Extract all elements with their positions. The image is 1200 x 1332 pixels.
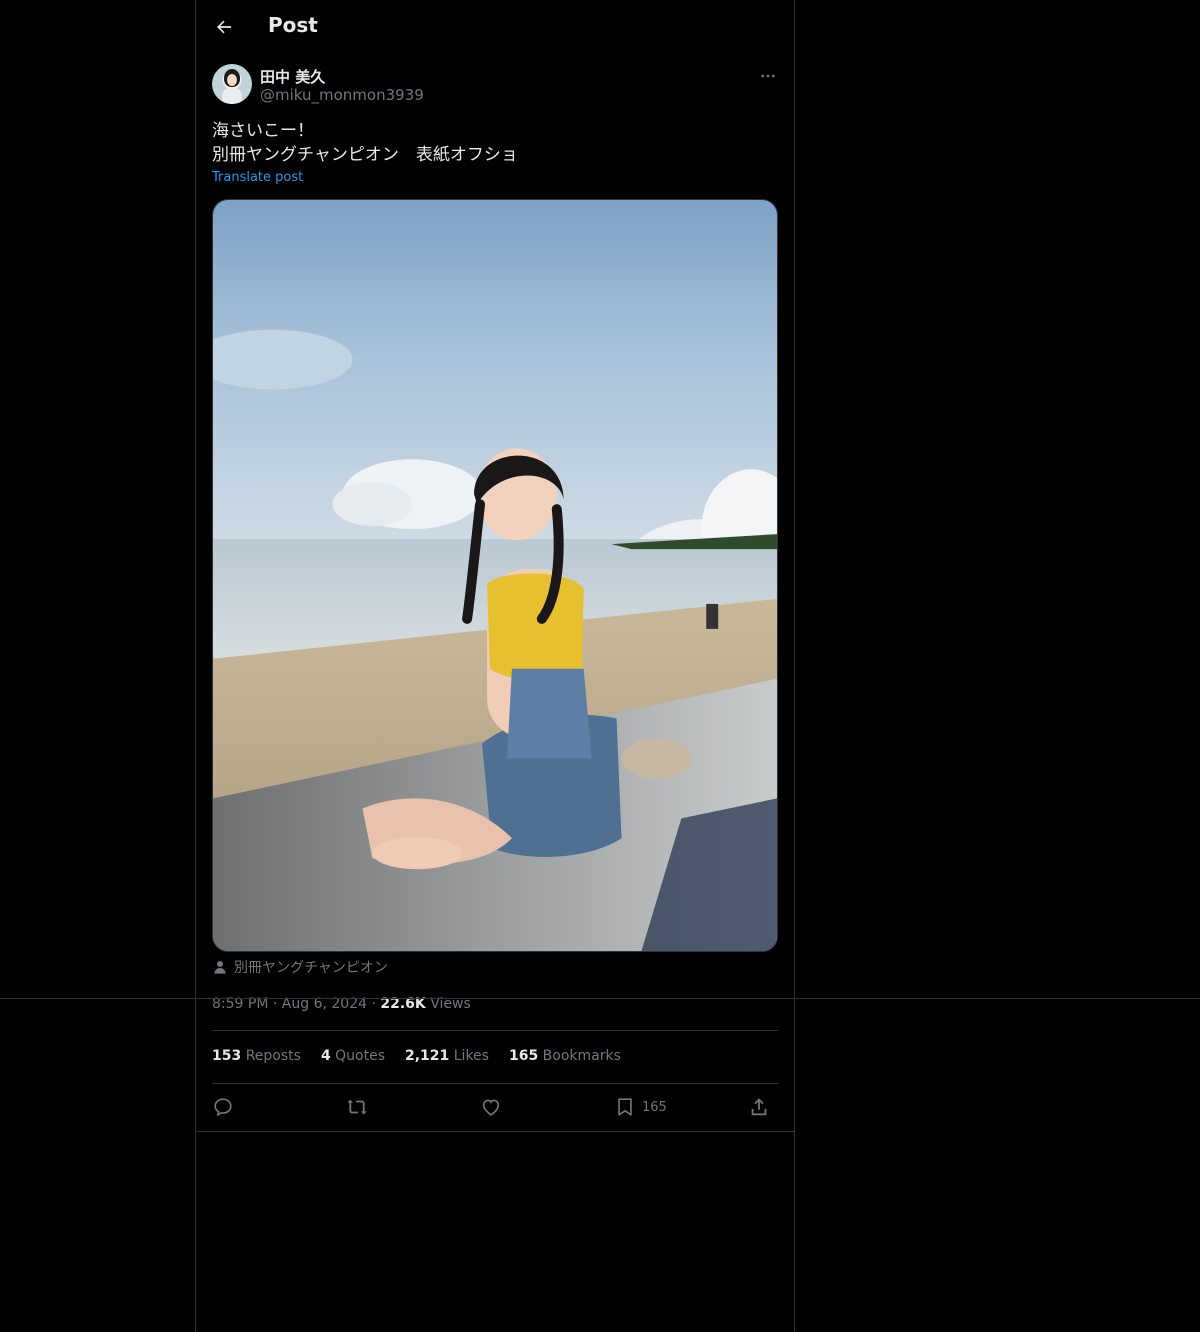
bookmarks-label: Bookmarks bbox=[542, 1048, 621, 1064]
page-title: Post bbox=[268, 13, 318, 37]
bookmarks-count: 165 bbox=[508, 1048, 539, 1064]
post-photo[interactable] bbox=[212, 199, 778, 952]
heart-icon bbox=[482, 1099, 500, 1116]
quotes-count: 4 bbox=[320, 1048, 331, 1064]
reposts-stat[interactable]: 153 Reposts bbox=[212, 1048, 301, 1064]
quotes-stat[interactable]: 4 Quotes bbox=[321, 1048, 385, 1064]
likes-label: Likes bbox=[453, 1048, 489, 1064]
reposts-count: 153 bbox=[212, 1048, 242, 1064]
action-bar: 165 bbox=[212, 1094, 778, 1120]
post-text-line-2: 別冊ヤングチャンピオン 表紙オフショ bbox=[212, 145, 518, 165]
beach-photo-image bbox=[213, 200, 777, 951]
person-icon bbox=[214, 961, 226, 974]
bookmark-count: 165 bbox=[642, 1099, 667, 1115]
divider bbox=[212, 1030, 778, 1031]
like-button[interactable] bbox=[480, 1094, 502, 1120]
tagged-user[interactable]: 別冊ヤングチャンピオン bbox=[212, 957, 388, 977]
arrow-left-icon bbox=[217, 20, 231, 34]
back-button[interactable] bbox=[212, 15, 236, 39]
translate-post-link[interactable]: Translate post bbox=[212, 170, 303, 185]
divider bbox=[196, 1131, 794, 1132]
engagement-stats: 153 Reposts 4 Quotes 2,121 Likes 165 Boo… bbox=[212, 1048, 621, 1064]
bookmark-icon bbox=[618, 1098, 632, 1116]
share-icon bbox=[751, 1098, 767, 1116]
reply-icon bbox=[214, 1098, 232, 1117]
page-header: Post bbox=[196, 0, 794, 54]
reply-button[interactable] bbox=[212, 1094, 234, 1120]
avatar[interactable] bbox=[212, 64, 252, 104]
more-options-button[interactable] bbox=[756, 64, 780, 88]
quotes-label: Quotes bbox=[335, 1048, 385, 1064]
share-button[interactable] bbox=[748, 1094, 770, 1120]
author-name[interactable]: 田中 美久 bbox=[260, 66, 325, 87]
bookmarks-stat[interactable]: 165 Bookmarks bbox=[509, 1048, 621, 1064]
bookmark-button[interactable]: 165 bbox=[614, 1094, 667, 1120]
likes-count: 2,121 bbox=[405, 1048, 450, 1064]
primary-column: Post 田中 美久 @miku_monmon3939 海さいこー！ 別冊ヤング… bbox=[195, 0, 795, 1332]
repost-button[interactable] bbox=[346, 1094, 368, 1120]
reposts-label: Reposts bbox=[245, 1048, 301, 1064]
more-horizontal-icon bbox=[761, 74, 775, 78]
divider bbox=[212, 1083, 778, 1084]
post-text: 海さいこー！ 別冊ヤングチャンピオン 表紙オフショ bbox=[212, 119, 518, 167]
horizontal-rule bbox=[0, 998, 1200, 999]
tagged-user-name: 別冊ヤングチャンピオン bbox=[234, 960, 388, 976]
repost-icon bbox=[347, 1099, 367, 1115]
author-handle[interactable]: @miku_monmon3939 bbox=[260, 86, 424, 104]
likes-stat[interactable]: 2,121 Likes bbox=[405, 1048, 489, 1064]
post-text-line-1: 海さいこー！ bbox=[212, 121, 314, 141]
